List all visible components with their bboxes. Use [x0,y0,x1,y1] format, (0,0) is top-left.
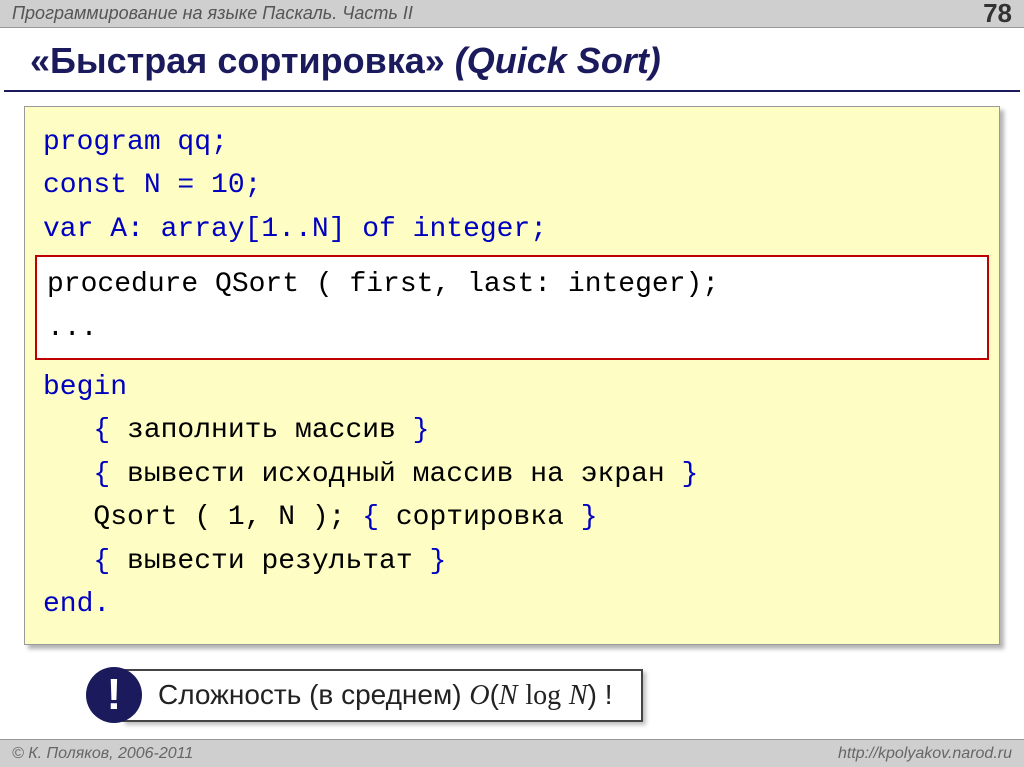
code-line: Qsort ( 1, N ); { сортировка } [43,496,981,539]
math-n: N [569,680,588,711]
paren: ( [490,679,499,710]
footer-url: http://kpolyakov.narod.ru [838,745,1012,763]
comment: сортировка [396,502,564,533]
slide-title: «Быстрая сортировка» (Quick Sort) [4,28,1020,92]
highlight-box: procedure QSort ( first, last: integer);… [35,255,989,360]
slide-footer: © К. Поляков, 2006-2011 http://kpolyakov… [0,739,1024,767]
slide-header: Программирование на языке Паскаль. Часть… [0,0,1024,28]
brace: { [43,415,127,446]
title-main: «Быстрая сортировка» [30,40,455,81]
brace: } [413,546,447,577]
brace: } [396,415,430,446]
code-line: end. [43,583,981,626]
comment: вывести результат [127,546,413,577]
brace: { [43,546,127,577]
note-text: Сложность (в среднем) [158,679,469,710]
brace: { [43,459,127,490]
code-line: { вывести результат } [43,540,981,583]
code-line: ... [47,307,977,350]
math-log: log [525,680,561,711]
code-line: { вывести исходный массив на экран } [43,453,981,496]
attention-icon: ! [86,667,142,723]
page-number: 78 [983,0,1012,29]
complexity-note: ! Сложность (в среднем) O(N log N) ! [86,667,1000,723]
code-line: begin [43,366,981,409]
stmt: Qsort ( 1, N ); [43,502,345,533]
paren: ) [588,679,597,710]
title-italic: (Quick Sort) [455,40,661,81]
brace: { [345,502,395,533]
header-title: Программирование на языке Паскаль. Часть… [12,3,413,24]
brace: } [564,502,598,533]
footer-copyright: © К. Поляков, 2006-2011 [12,745,193,763]
comment: заполнить массив [127,415,396,446]
big-o: O [469,680,489,711]
note-box: Сложность (в среднем) O(N log N) ! [122,669,643,722]
code-line: const N = 10; [43,164,981,207]
math-n: N [499,680,518,711]
code-line: var A: array[1..N] of integer; [43,208,981,251]
code-block: program qq; const N = 10; var A: array[1… [24,106,1000,645]
excl: ! [597,679,613,710]
code-line: procedure QSort ( first, last: integer); [47,263,977,306]
brace: } [665,459,699,490]
space [561,679,569,710]
code-line: program qq; [43,121,981,164]
code-line: { заполнить массив } [43,409,981,452]
comment: вывести исходный массив на экран [127,459,665,490]
